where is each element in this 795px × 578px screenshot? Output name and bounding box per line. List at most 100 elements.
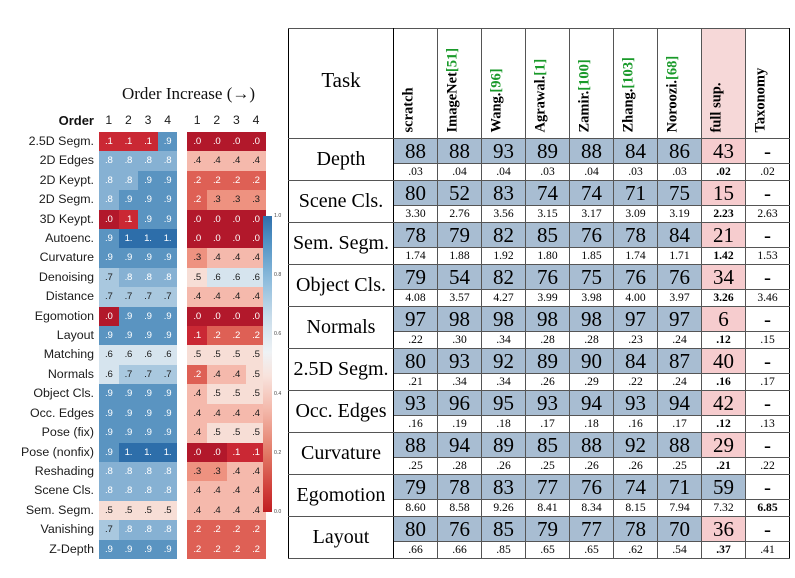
loss-value-cell: .17 xyxy=(525,415,570,433)
heatmap-cell: .1 xyxy=(187,326,207,346)
loss-value-cell: .34 xyxy=(481,373,526,391)
heatmap-cell: .9 xyxy=(138,403,158,424)
loss-value-cell: .66 xyxy=(393,541,438,559)
heatmap-cell: .2 xyxy=(246,170,266,191)
win-rate-cell: 87 xyxy=(657,348,702,374)
win-rate-cell: 89 xyxy=(525,348,570,374)
task-name-cell: Depth xyxy=(288,138,394,181)
heatmap-row-label: Egomotion xyxy=(34,308,94,323)
loss-value-cell: .22 xyxy=(745,457,790,475)
column-header-label: scratch xyxy=(400,86,416,132)
heatmap-cell: .9 xyxy=(118,190,139,210)
win-rate-cell: 79 xyxy=(525,516,570,542)
heatmap-group-gap xyxy=(177,501,187,520)
heatmap-cell: .3 xyxy=(187,248,207,268)
column-header-label: Wang.[96] xyxy=(488,67,504,132)
heatmap-cell: .1 xyxy=(99,132,119,152)
loss-value-cell: 3.99 xyxy=(525,289,570,307)
heatmap-cell: .0 xyxy=(187,209,207,230)
heatmap-row: Autoenc. .9 1. 1. 1. .0.0.0.0 xyxy=(8,229,266,249)
loss-value-cell: 3.17 xyxy=(569,205,614,223)
loss-value-cell: .23 xyxy=(613,331,658,349)
heatmap-row: Normals .6.7.7.7.2.4.4.5 xyxy=(8,364,266,385)
heatmap-cell: .2 xyxy=(206,520,227,540)
win-rate-cell: 95 xyxy=(481,390,526,416)
loss-value-cell: 2.23 xyxy=(701,205,746,223)
loss-value-cell: .26 xyxy=(613,457,658,475)
loss-value-cell: .65 xyxy=(525,541,570,559)
loss-value-cell: .54 xyxy=(657,541,702,559)
heatmap-cell: .4 xyxy=(187,403,207,424)
loss-value-cell: 2.76 xyxy=(437,205,482,223)
heatmap-cell: .5 xyxy=(187,267,207,288)
table-row: Occ. Edges 93 96 95 93 94 93 94 42- xyxy=(288,390,790,433)
heatmap-cell: .4 xyxy=(226,364,247,385)
heatmap-cell: .2 xyxy=(206,326,227,346)
heatmap-group-gap xyxy=(177,365,187,384)
heatmap-cell: .3 xyxy=(206,461,227,482)
win-rate-cell: 83 xyxy=(481,180,526,206)
heatmap-cell: .6 xyxy=(157,345,178,365)
heatmap-cell: .5 xyxy=(206,345,227,365)
loss-value-cell: 8.15 xyxy=(613,499,658,517)
heatmap-cell: .9 xyxy=(138,170,158,191)
heatmap-cell: .9 xyxy=(157,132,178,152)
heatmap-row-label: Layout xyxy=(56,328,94,343)
heatmap-cell: .2 xyxy=(187,190,207,210)
loss-value-cell: .13 xyxy=(745,415,790,433)
win-rate-cell: 85 xyxy=(481,516,526,542)
heatmap-cell: .7 xyxy=(157,364,178,385)
heatmap-cell: .9 xyxy=(138,190,158,210)
heatmap-row: Denoising .7.8.8.8.5.6.6.6 xyxy=(8,267,266,288)
heatmap-row: Curvature .9.9.9.9.3.4.4.4 xyxy=(8,248,266,268)
win-rate-cell: 15 xyxy=(701,180,746,206)
win-rate-cell: 98 xyxy=(569,306,614,332)
heatmap-group-gap xyxy=(177,423,187,442)
win-rate-cell: 76 xyxy=(525,264,570,290)
results-header-task: Task xyxy=(288,28,394,139)
win-rate-cell: - xyxy=(745,348,790,374)
loss-value-cell: .18 xyxy=(481,415,526,433)
loss-value-cell: .16 xyxy=(393,415,438,433)
heatmap-cell: .7 xyxy=(118,287,139,307)
results-header-noroozi-: Noroozi.[68] xyxy=(657,28,702,139)
heatmap-group-gap xyxy=(177,171,187,190)
column-header-label: ImageNet[51] xyxy=(444,47,460,132)
heatmap-cell: .5 xyxy=(206,423,227,443)
heatmap-cell: .9 xyxy=(138,306,158,327)
loss-value-cell: .28 xyxy=(569,331,614,349)
table-row: Sem. Segm. 78 79 82 85 76 78 84 21- xyxy=(288,222,790,265)
heatmap-cell: .3 xyxy=(187,461,207,482)
loss-value-cell: 1.88 xyxy=(437,247,482,265)
heatmap-group-gap xyxy=(177,268,187,287)
heatmap-cell: 1. xyxy=(118,442,139,462)
heatmap-cell: .0 xyxy=(226,229,247,249)
heatmap-cell: .7 xyxy=(138,287,158,307)
loss-value-cell: 3.57 xyxy=(437,289,482,307)
loss-value-cell: .03 xyxy=(393,163,438,181)
heatmap-cell: .2 xyxy=(187,520,207,540)
table-row: 2.5D Segm. 80 93 92 89 90 84 87 40- xyxy=(288,348,790,391)
heatmap-row: Vanishing .7.8.8.8.2.2.2.2 xyxy=(8,520,266,540)
win-rate-cell: 93 xyxy=(393,390,438,416)
loss-value-cell: 1.80 xyxy=(525,247,570,265)
heatmap-cell: .9 xyxy=(99,539,119,559)
heatmap-group-gap xyxy=(177,307,187,326)
heatmap-cell: 1. xyxy=(157,442,178,462)
heatmap-row: Sem. Segm. .5.5.5.5.4.4.4.4 xyxy=(8,500,266,521)
results-header-full-sup-: full sup. xyxy=(701,28,746,139)
heatmap-row: 3D Keypt. .0.1.9.9.0.0.0.0 xyxy=(8,209,266,230)
heatmap-cell: .1 xyxy=(226,442,247,462)
win-rate-cell: 79 xyxy=(437,222,482,248)
table-row: Normals 97 98 98 98 98 97 97 6- xyxy=(288,306,790,349)
results-table: Task scratch ImageNet[51] Wang.[96] Agrawal.… xyxy=(288,28,790,559)
heatmap-cell: .8 xyxy=(99,481,119,501)
heatmap-cell: .9 xyxy=(157,209,178,230)
loss-value-cell: 8.58 xyxy=(437,499,482,517)
heatmap-cell: .4 xyxy=(187,384,207,404)
task-name-cell: 2.5D Segm. xyxy=(288,348,394,391)
heatmap-cell: .9 xyxy=(99,248,119,268)
heatmap-row-label: Reshading xyxy=(34,463,94,478)
heatmap-row: 2.5D Segm. .1.1.1.9.0.0.0.0 xyxy=(8,132,266,152)
heatmap-cell: .4 xyxy=(206,248,227,268)
